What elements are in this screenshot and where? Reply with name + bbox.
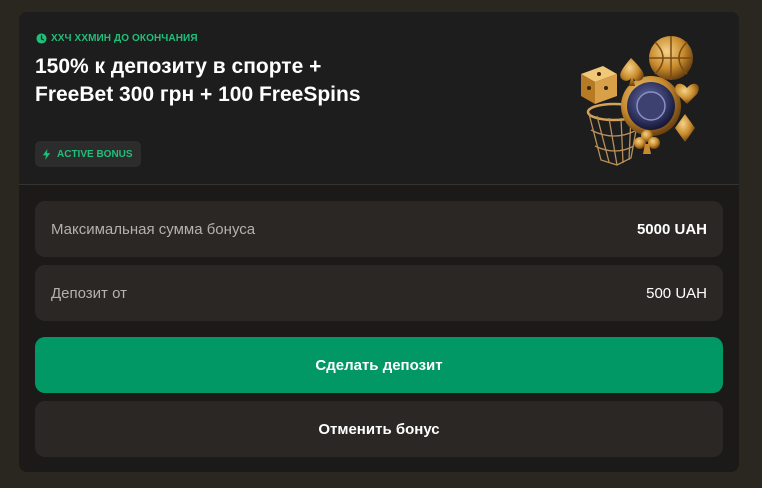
detail-row-min-deposit: Депозит от 500 UAH: [35, 265, 723, 321]
make-deposit-button[interactable]: Сделать депозит: [35, 337, 723, 393]
detail-value: 5000 UAH: [636, 220, 707, 238]
bonus-title-line1: 150% к депозиту в спорте +: [35, 55, 322, 78]
clock-icon: [36, 33, 47, 44]
bonus-header: ХХЧ ХХМИН ДО ОКОНЧАНИЯ 150% к депозиту в…: [19, 12, 739, 185]
detail-row-max-amount: Максимальная сумма бонуса 5000 UAH: [35, 201, 723, 257]
bonus-title-line2: FreeBet 300 грн + 100 FreeSpins: [35, 83, 361, 106]
cancel-bonus-button[interactable]: Отменить бонус: [35, 401, 723, 457]
timer-text: ХХЧ ХХМИН ДО ОКОНЧАНИЯ: [51, 33, 198, 44]
status-badge-label: ACTIVE BONUS: [57, 148, 133, 160]
bonus-card: ХХЧ ХХМИН ДО ОКОНЧАНИЯ 150% к депозиту в…: [19, 12, 739, 472]
detail-label: Депозит от: [51, 284, 127, 302]
detail-label: Максимальная сумма бонуса: [51, 220, 256, 238]
lightning-icon: [42, 148, 51, 160]
detail-value: 500 UAH: [646, 284, 707, 302]
bonus-timer: ХХЧ ХХМИН ДО ОКОНЧАНИЯ: [36, 33, 198, 44]
bonus-title: 150% к депозиту в спорте + FreeBet 300 г…: [35, 53, 535, 109]
status-badge: ACTIVE BONUS: [35, 141, 141, 167]
casino-chip-basketball-icon: [581, 36, 699, 166]
